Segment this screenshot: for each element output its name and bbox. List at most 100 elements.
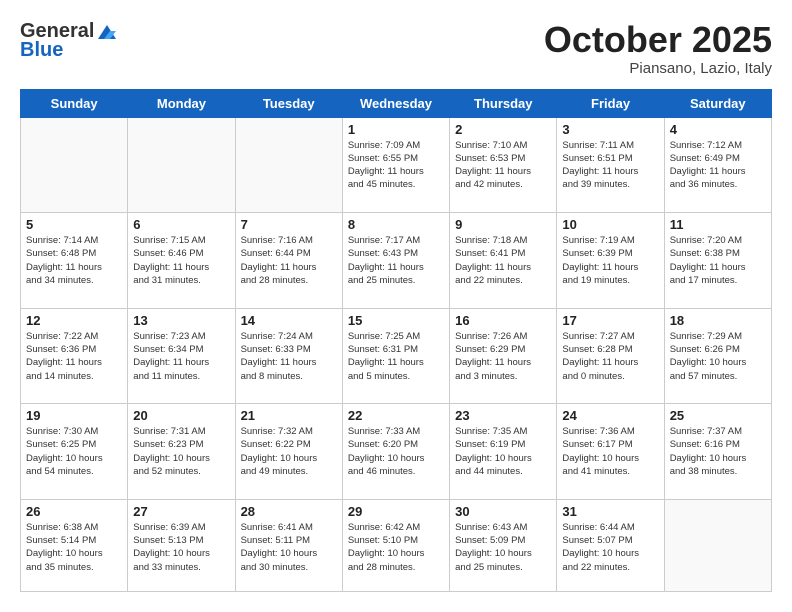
table-row: 18 Sunrise: 7:29 AM Sunset: 6:26 PM Dayli… [664,308,771,404]
day-info: Sunrise: 6:41 AM Sunset: 5:11 PM Dayligh… [241,521,337,574]
header-wednesday: Wednesday [342,89,449,117]
day-info: Sunrise: 7:19 AM Sunset: 6:39 PM Dayligh… [562,234,658,287]
day-info: Sunrise: 7:16 AM Sunset: 6:44 PM Dayligh… [241,234,337,287]
logo: General Blue [20,20,118,62]
day-number: 21 [241,408,337,423]
day-number: 28 [241,504,337,519]
table-row: 19Sunrise: 7:30 AM Sunset: 6:25 PM Dayli… [21,404,128,500]
day-number: 31 [562,504,658,519]
day-info: Sunrise: 7:10 AM Sunset: 6:53 PM Dayligh… [455,139,551,192]
day-number: 22 [348,408,444,423]
day-number: 9 [455,217,551,232]
day-info: Sunrise: 7:11 AM Sunset: 6:51 PM Dayligh… [562,139,658,192]
day-info: Sunrise: 7:09 AM Sunset: 6:55 PM Dayligh… [348,139,444,192]
logo-blue: Blue [20,39,63,62]
day-number: 29 [348,504,444,519]
day-number: 12 [26,313,122,328]
day-info: Sunrise: 7:24 AM Sunset: 6:33 PM Dayligh… [241,330,337,383]
table-row: 29 Sunrise: 6:42 AM Sunset: 5:10 PM Dayli… [342,499,449,591]
table-row: 12 Sunrise: 7:22 AM Sunset: 6:36 PM Dayli… [21,308,128,404]
table-row: 26Sunrise: 6:38 AM Sunset: 5:14 PM Dayli… [21,499,128,591]
day-info: Sunrise: 7:17 AM Sunset: 6:43 PM Dayligh… [348,234,444,287]
header: General Blue October 2025 Piansano, Lazi… [20,20,772,77]
day-info: Sunrise: 7:26 AM Sunset: 6:29 PM Dayligh… [455,330,551,383]
day-info: Sunrise: 7:37 AM Sunset: 6:16 PM Dayligh… [670,425,766,478]
table-row: 28 Sunrise: 6:41 AM Sunset: 5:11 PM Dayli… [235,499,342,591]
day-number: 23 [455,408,551,423]
day-number: 24 [562,408,658,423]
table-row [664,499,771,591]
day-number: 5 [26,217,122,232]
day-number: 25 [670,408,766,423]
day-number: 2 [455,122,551,137]
table-row: 3 Sunrise: 7:11 AM Sunset: 6:51 PM Daylig… [557,117,664,213]
day-info: Sunrise: 6:38 AM Sunset: 5:14 PM Dayligh… [26,521,122,574]
table-row: 22 Sunrise: 7:33 AM Sunset: 6:20 PM Dayli… [342,404,449,500]
table-row: 6 Sunrise: 7:15 AM Sunset: 6:46 PM Daylig… [128,213,235,309]
table-row [128,117,235,213]
table-row: 2 Sunrise: 7:10 AM Sunset: 6:53 PM Daylig… [450,117,557,213]
header-sunday: Sunday [21,89,128,117]
day-info: Sunrise: 6:43 AM Sunset: 5:09 PM Dayligh… [455,521,551,574]
day-number: 3 [562,122,658,137]
table-row: 9 Sunrise: 7:18 AM Sunset: 6:41 PM Daylig… [450,213,557,309]
calendar-header-row: Sunday Monday Tuesday Wednesday Thursday… [21,89,772,117]
day-number: 18 [670,313,766,328]
table-row: 30 Sunrise: 6:43 AM Sunset: 5:09 PM Dayli… [450,499,557,591]
table-row: 4 Sunrise: 7:12 AM Sunset: 6:49 PM Daylig… [664,117,771,213]
day-number: 20 [133,408,229,423]
table-row: 11Sunrise: 7:20 AM Sunset: 6:38 PM Dayli… [664,213,771,309]
header-thursday: Thursday [450,89,557,117]
day-info: Sunrise: 7:33 AM Sunset: 6:20 PM Dayligh… [348,425,444,478]
logo-icon [96,21,118,43]
table-row: 25 Sunrise: 7:37 AM Sunset: 6:16 PM Dayli… [664,404,771,500]
day-info: Sunrise: 7:14 AM Sunset: 6:48 PM Dayligh… [26,234,122,287]
day-info: Sunrise: 7:12 AM Sunset: 6:49 PM Dayligh… [670,139,766,192]
location-subtitle: Piansano, Lazio, Italy [544,60,772,77]
day-info: Sunrise: 7:29 AM Sunset: 6:26 PM Dayligh… [670,330,766,383]
table-row: 1 Sunrise: 7:09 AM Sunset: 6:55 PM Daylig… [342,117,449,213]
day-info: Sunrise: 6:39 AM Sunset: 5:13 PM Dayligh… [133,521,229,574]
header-friday: Friday [557,89,664,117]
day-number: 27 [133,504,229,519]
day-number: 16 [455,313,551,328]
table-row: 23 Sunrise: 7:35 AM Sunset: 6:19 PM Dayli… [450,404,557,500]
day-number: 6 [133,217,229,232]
header-saturday: Saturday [664,89,771,117]
day-number: 17 [562,313,658,328]
day-info: Sunrise: 6:42 AM Sunset: 5:10 PM Dayligh… [348,521,444,574]
day-number: 13 [133,313,229,328]
day-info: Sunrise: 7:25 AM Sunset: 6:31 PM Dayligh… [348,330,444,383]
title-section: October 2025 Piansano, Lazio, Italy [544,20,772,77]
day-number: 1 [348,122,444,137]
table-row: 31 Sunrise: 6:44 AM Sunset: 5:07 PM Dayli… [557,499,664,591]
day-info: Sunrise: 6:44 AM Sunset: 5:07 PM Dayligh… [562,521,658,574]
day-info: Sunrise: 7:18 AM Sunset: 6:41 PM Dayligh… [455,234,551,287]
day-info: Sunrise: 7:31 AM Sunset: 6:23 PM Dayligh… [133,425,229,478]
day-info: Sunrise: 7:35 AM Sunset: 6:19 PM Dayligh… [455,425,551,478]
table-row: 27 Sunrise: 6:39 AM Sunset: 5:13 PM Dayli… [128,499,235,591]
day-number: 30 [455,504,551,519]
table-row: 5 Sunrise: 7:14 AM Sunset: 6:48 PM Daylig… [21,213,128,309]
table-row: 14 Sunrise: 7:24 AM Sunset: 6:33 PM Dayli… [235,308,342,404]
calendar: Sunday Monday Tuesday Wednesday Thursday… [20,89,772,592]
day-info: Sunrise: 7:15 AM Sunset: 6:46 PM Dayligh… [133,234,229,287]
day-info: Sunrise: 7:23 AM Sunset: 6:34 PM Dayligh… [133,330,229,383]
day-info: Sunrise: 7:30 AM Sunset: 6:25 PM Dayligh… [26,425,122,478]
table-row [21,117,128,213]
day-number: 14 [241,313,337,328]
day-info: Sunrise: 7:22 AM Sunset: 6:36 PM Dayligh… [26,330,122,383]
table-row: 17Sunrise: 7:27 AM Sunset: 6:28 PM Dayli… [557,308,664,404]
day-number: 10 [562,217,658,232]
day-number: 4 [670,122,766,137]
table-row: 8Sunrise: 7:17 AM Sunset: 6:43 PM Daylig… [342,213,449,309]
table-row: 7Sunrise: 7:16 AM Sunset: 6:44 PM Daylig… [235,213,342,309]
table-row: 21Sunrise: 7:32 AM Sunset: 6:22 PM Dayli… [235,404,342,500]
table-row: 15 Sunrise: 7:25 AM Sunset: 6:31 PM Dayli… [342,308,449,404]
table-row: 24Sunrise: 7:36 AM Sunset: 6:17 PM Dayli… [557,404,664,500]
table-row: 16 Sunrise: 7:26 AM Sunset: 6:29 PM Dayli… [450,308,557,404]
month-title: October 2025 [544,20,772,60]
table-row: 10 Sunrise: 7:19 AM Sunset: 6:39 PM Dayli… [557,213,664,309]
day-number: 11 [670,217,766,232]
day-number: 15 [348,313,444,328]
